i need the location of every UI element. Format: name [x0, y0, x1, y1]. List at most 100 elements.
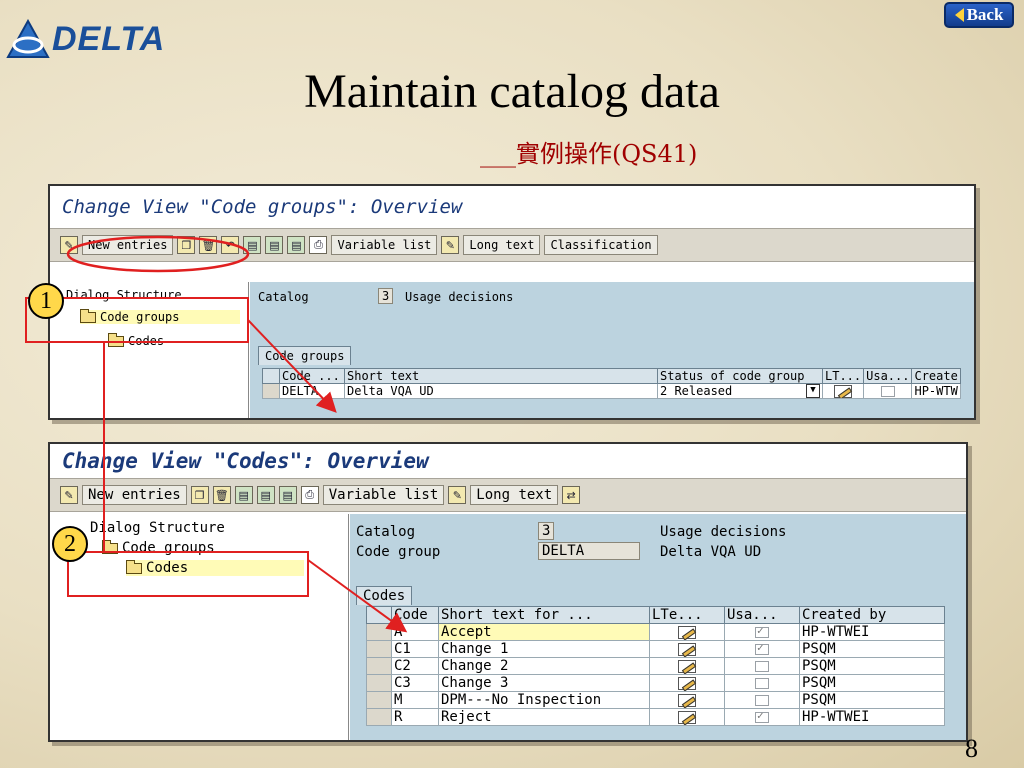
column-header[interactable]: Code: [391, 606, 439, 624]
select-block-icon[interactable]: ▤: [265, 236, 284, 254]
select-all-icon[interactable]: ▤: [234, 486, 253, 504]
table-row[interactable]: C3 Change 3 PSQM: [366, 674, 945, 692]
variable-list-button[interactable]: Variable list: [331, 235, 438, 255]
long-text-icon[interactable]: ✎: [448, 486, 467, 504]
usage-cell[interactable]: [724, 623, 800, 641]
tab-code-groups[interactable]: Code groups: [258, 346, 352, 365]
usage-checkbox[interactable]: [755, 660, 769, 672]
code-cell[interactable]: A: [391, 623, 439, 641]
short-text-cell[interactable]: Change 3: [438, 674, 650, 692]
back-button[interactable]: Back: [944, 2, 1014, 28]
transport-icon[interactable]: ⇄: [562, 486, 581, 504]
table-row[interactable]: C1Change 1 PSQM: [366, 640, 945, 658]
undo-icon[interactable]: ↶: [221, 236, 240, 254]
usage-cell[interactable]: [724, 640, 800, 658]
column-header[interactable]: Usa...: [863, 368, 913, 384]
column-header[interactable]: Usa...: [724, 606, 800, 624]
long-text-cell[interactable]: [649, 674, 725, 692]
delete-icon[interactable]: 🗑: [212, 486, 231, 504]
pencil-icon[interactable]: [834, 385, 853, 398]
tree-item-code-groups[interactable]: Code groups: [102, 539, 215, 556]
usage-cell[interactable]: [863, 383, 913, 399]
copy-icon[interactable]: ❐: [190, 486, 209, 504]
status-cell[interactable]: 2 Released ▼: [657, 383, 823, 399]
code-cell[interactable]: C2: [391, 657, 439, 675]
row-selector-header[interactable]: [366, 606, 392, 624]
deselect-all-icon[interactable]: ▤: [278, 486, 297, 504]
long-text-cell[interactable]: [649, 657, 725, 675]
column-header[interactable]: LTe...: [649, 606, 725, 624]
column-header[interactable]: Short text: [344, 368, 658, 384]
usage-cell[interactable]: [724, 691, 800, 709]
delete-icon[interactable]: 🗑: [199, 236, 218, 254]
row-selector[interactable]: [366, 623, 392, 641]
short-text-cell[interactable]: Delta VQA UD: [344, 383, 658, 399]
short-text-cell[interactable]: Change 2: [438, 657, 650, 675]
pencil-icon[interactable]: [678, 659, 696, 673]
usage-cell[interactable]: [724, 674, 800, 692]
long-text-cell[interactable]: [649, 708, 725, 726]
usage-checkbox[interactable]: [755, 694, 769, 706]
code-cell[interactable]: R: [391, 708, 439, 726]
usage-cell[interactable]: [724, 708, 800, 726]
select-all-icon[interactable]: ▤: [243, 236, 262, 254]
long-text-cell[interactable]: [649, 691, 725, 709]
code-cell[interactable]: DELTA: [279, 383, 345, 399]
row-selector[interactable]: [262, 383, 280, 399]
usage-checkbox[interactable]: [755, 710, 769, 723]
row-selector[interactable]: [366, 640, 392, 658]
column-header[interactable]: Short text for ...: [438, 606, 650, 624]
column-header[interactable]: Status of code group: [657, 368, 823, 384]
table-row[interactable]: RReject HP-WTWEI: [366, 708, 945, 726]
new-entries-button[interactable]: New entries: [82, 235, 174, 255]
row-selector[interactable]: [366, 674, 392, 692]
copy-icon[interactable]: ❐: [177, 236, 196, 254]
table-row[interactable]: C2 Change 2 PSQM: [366, 657, 945, 675]
tab-codes[interactable]: Codes: [356, 586, 413, 605]
usage-checkbox[interactable]: [755, 677, 769, 689]
deselect-all-icon[interactable]: ▤: [287, 236, 306, 254]
new-entries-button[interactable]: New entries: [82, 485, 187, 505]
code-cell[interactable]: C3: [391, 674, 439, 692]
short-text-cell[interactable]: Reject: [438, 708, 650, 726]
pencil-icon[interactable]: [678, 710, 696, 724]
pencil-icon[interactable]: [678, 642, 696, 656]
select-block-icon[interactable]: ▤: [256, 486, 275, 504]
short-text-cell[interactable]: Change 1: [438, 640, 650, 658]
variable-list-button[interactable]: Variable list: [322, 485, 445, 505]
code-cell[interactable]: C1: [391, 640, 439, 658]
column-header[interactable]: Code ...: [279, 368, 345, 384]
row-selector[interactable]: [366, 657, 392, 675]
row-selector[interactable]: [366, 708, 392, 726]
row-selector-header[interactable]: [262, 368, 280, 384]
long-text-icon[interactable]: ✎: [441, 236, 460, 254]
long-text-cell[interactable]: [649, 623, 725, 641]
dropdown-icon[interactable]: ▼: [806, 384, 820, 398]
column-header[interactable]: Create: [911, 368, 962, 384]
usage-checkbox[interactable]: [755, 625, 769, 638]
short-text-cell[interactable]: Accept: [438, 623, 650, 641]
long-text-button[interactable]: Long text: [463, 235, 541, 255]
print-icon[interactable]: ⎙: [300, 486, 319, 504]
pencil-icon[interactable]: [678, 693, 696, 707]
long-text-cell[interactable]: [821, 383, 865, 399]
table-row[interactable]: AAccept HP-WTWEI: [366, 623, 945, 641]
pencil-icon[interactable]: [678, 625, 696, 639]
table-row[interactable]: M DPM---No Inspection PSQM: [366, 691, 945, 709]
column-header[interactable]: Created by: [799, 606, 945, 624]
long-text-cell[interactable]: [649, 640, 725, 658]
usage-cell[interactable]: [724, 657, 800, 675]
usage-checkbox[interactable]: [755, 642, 769, 655]
table-row[interactable]: DELTA Delta VQA UD 2 Released ▼ HP-WTW: [262, 383, 962, 399]
pencil-icon[interactable]: [678, 676, 696, 690]
classification-button[interactable]: Classification: [544, 235, 658, 255]
code-cell[interactable]: M: [391, 691, 439, 709]
short-text-cell[interactable]: DPM---No Inspection: [438, 691, 650, 709]
column-header[interactable]: LT...: [821, 368, 865, 384]
usage-checkbox[interactable]: [880, 386, 895, 397]
edit-pencil-icon[interactable]: ✎: [60, 486, 78, 504]
tree-item-codes[interactable]: Codes: [126, 559, 304, 576]
tree-item-codes[interactable]: Codes: [108, 332, 164, 348]
row-selector[interactable]: [366, 691, 392, 709]
long-text-button[interactable]: Long text: [470, 485, 559, 505]
